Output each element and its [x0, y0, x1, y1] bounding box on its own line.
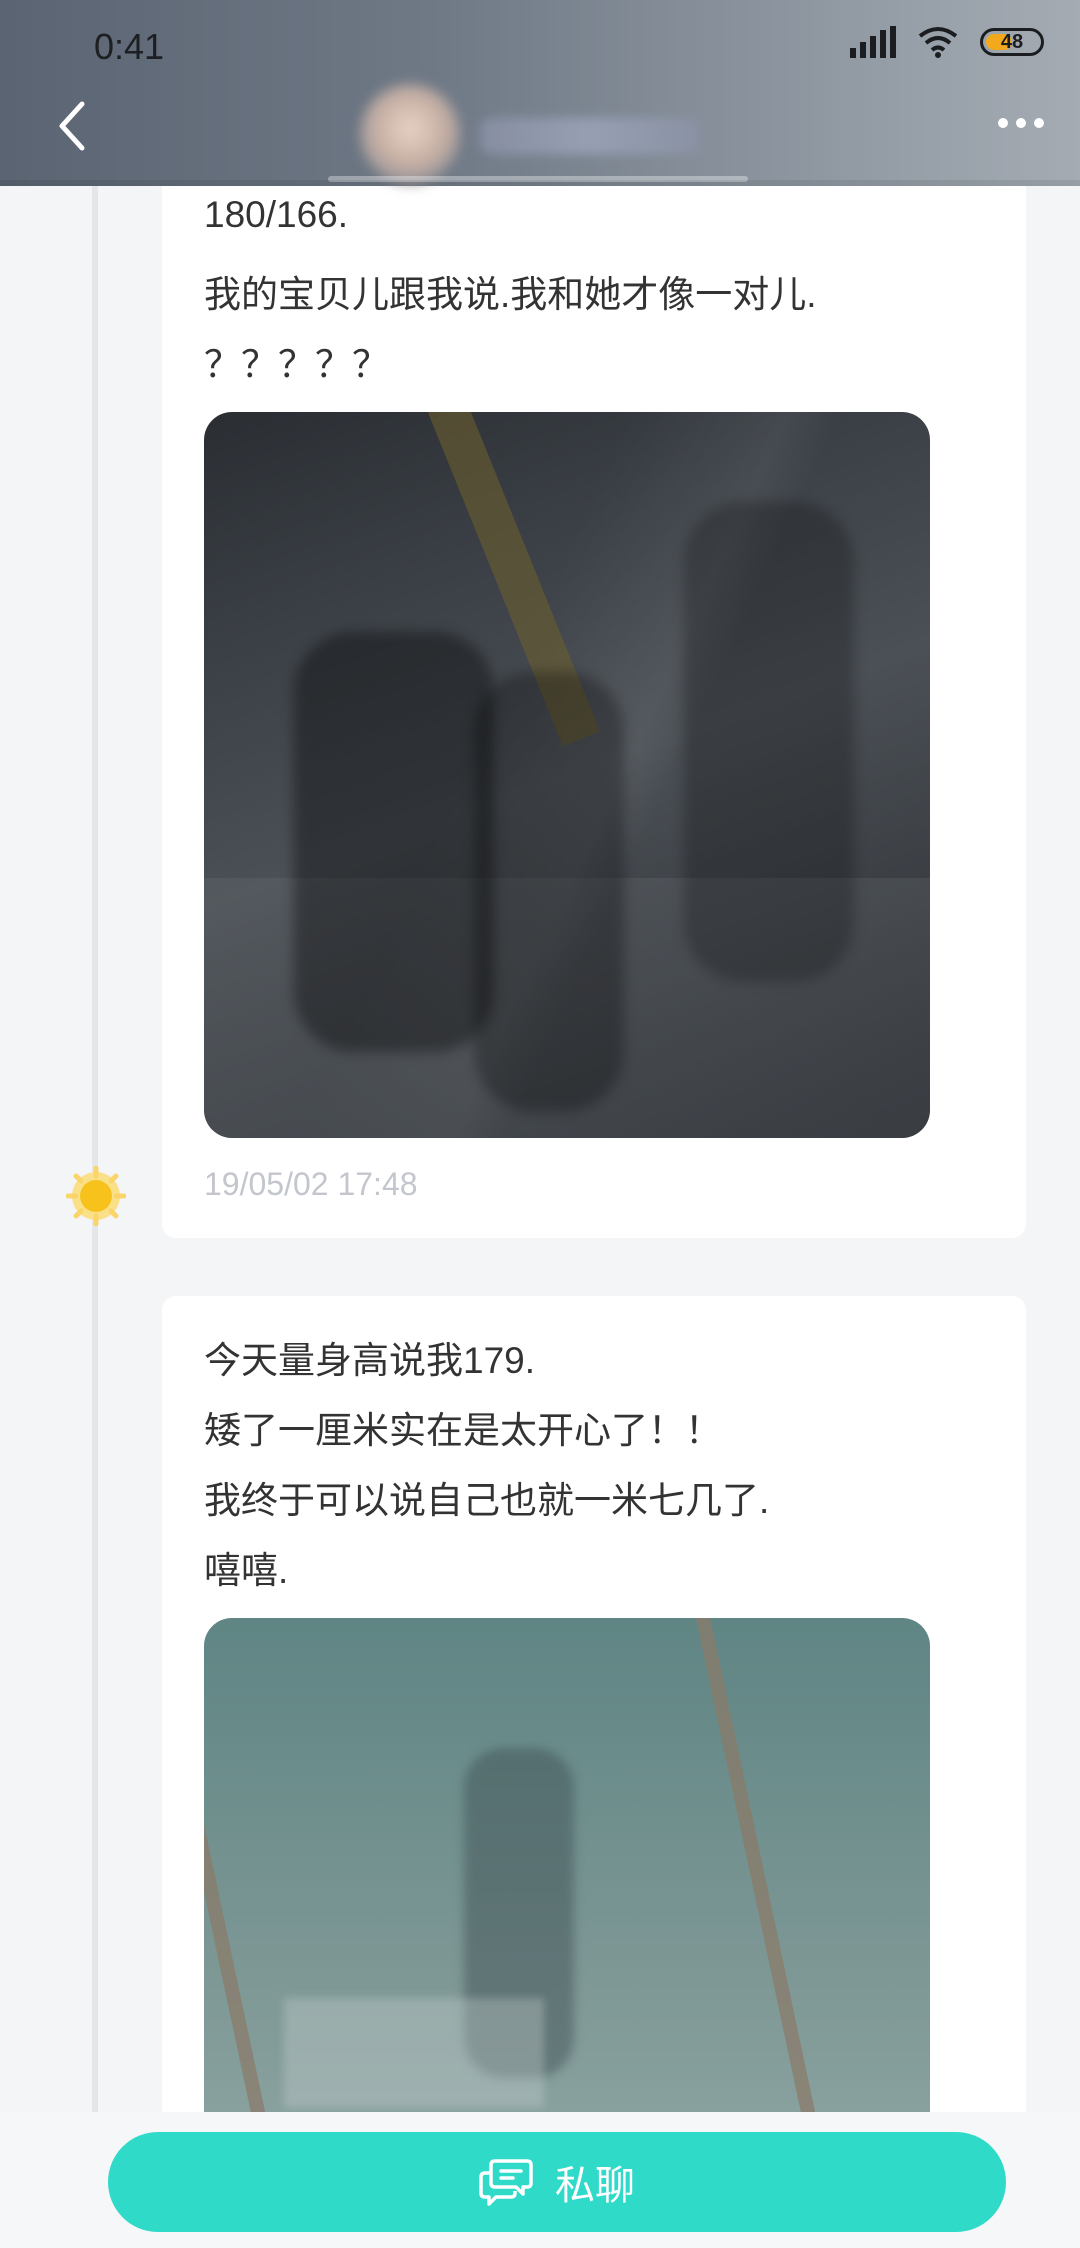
battery-level: 48: [1000, 30, 1024, 53]
chat-bubbles-icon: [479, 2159, 533, 2206]
profile-name-blurred: [480, 118, 700, 154]
post-text-line: 嘻嘻.: [204, 1550, 289, 1591]
wifi-icon: [918, 26, 958, 58]
more-button[interactable]: [998, 118, 1044, 128]
post-text-line: 矮了一厘米实在是太开心了！！: [204, 1410, 722, 1451]
more-horizontal-icon: [998, 118, 1008, 128]
top-header: 0:41 48: [0, 0, 1080, 186]
post-text-line: 我终于可以说自己也就一米七几了.: [204, 1480, 770, 1521]
timeline-line: [92, 186, 98, 2116]
back-button[interactable]: [52, 96, 112, 166]
status-time: 0:41: [94, 26, 165, 67]
post-text-line: 我的宝贝儿跟我说.我和她才像一对儿.: [204, 274, 817, 315]
status-icons: 48: [850, 26, 1044, 58]
avatar[interactable]: [360, 84, 460, 184]
post-photo[interactable]: [204, 412, 930, 1138]
header-underline: [328, 176, 748, 182]
post-card: 今天量身高说我179. 矮了一厘米实在是太开心了！！ 我终于可以说自己也就一米七…: [162, 1296, 1026, 2196]
post-text-line: ？？？？？: [204, 344, 389, 385]
chat-label: 私聊: [555, 2164, 635, 2208]
post-timestamp: 19/05/02 17:48: [204, 1166, 418, 1202]
post-text-line: 今天量身高说我179.: [204, 1340, 536, 1381]
signal-icon: [850, 26, 896, 58]
sun-icon: [66, 1166, 126, 1226]
post-card: 180/166. 我的宝贝儿跟我说.我和她才像一对儿. ？？？？？ 19/05/…: [162, 150, 1026, 1238]
private-chat-button[interactable]: 私聊: [108, 2132, 1006, 2232]
post-text-line: 180/166.: [204, 194, 349, 235]
chevron-left-icon: [59, 101, 85, 151]
bottom-bar: 私聊: [0, 2112, 1080, 2248]
battery-icon: 48: [980, 28, 1044, 56]
post-photo[interactable]: [204, 1618, 930, 2196]
